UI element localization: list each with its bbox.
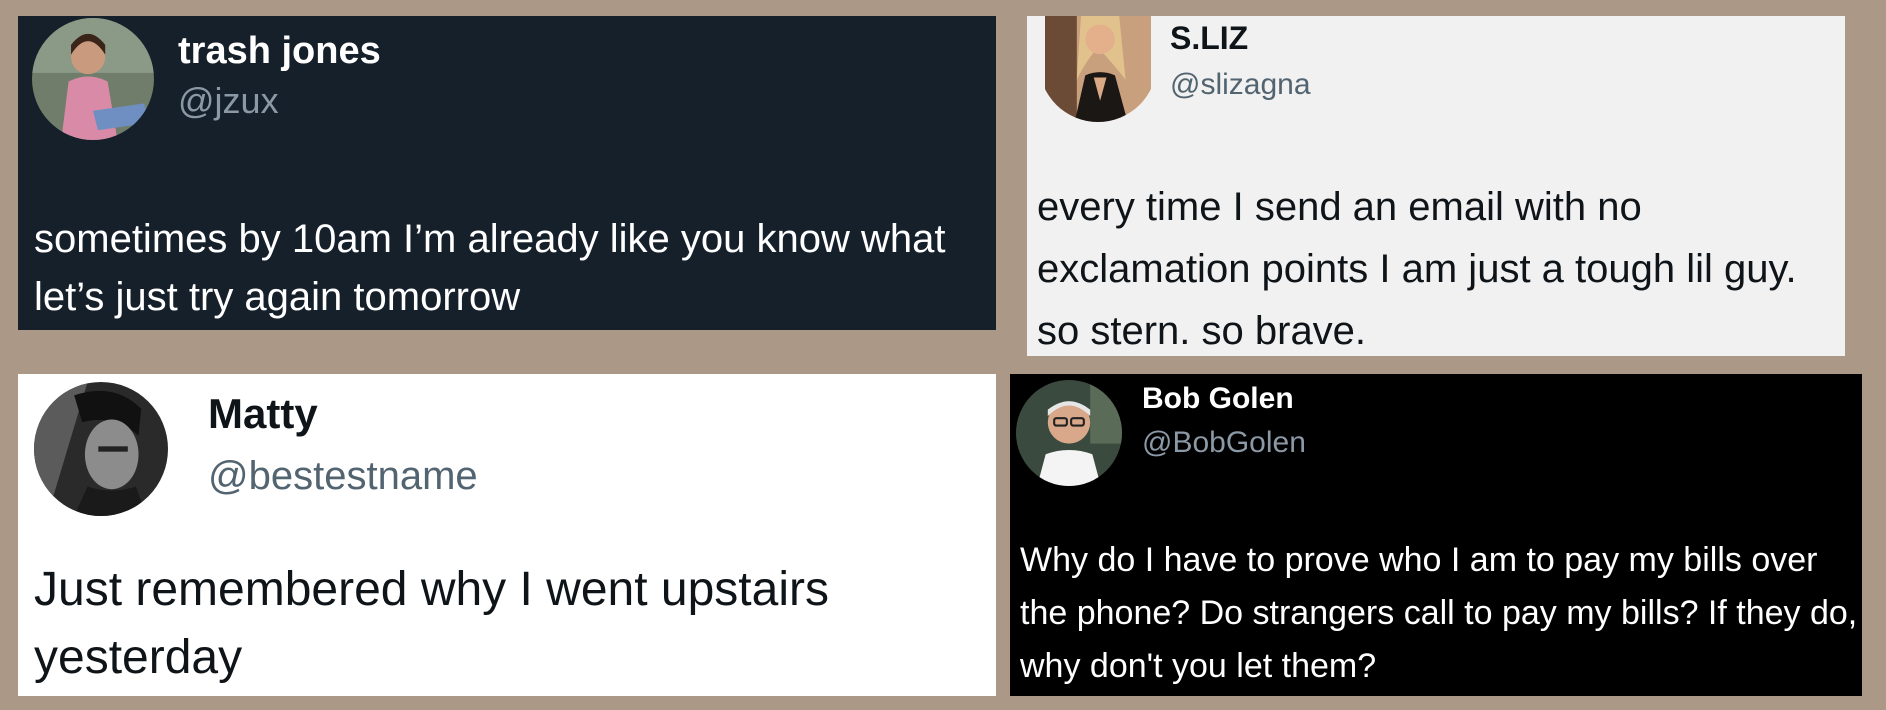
display-name[interactable]: Bob Golen [1142, 382, 1294, 416]
display-name[interactable]: S.LIZ [1170, 20, 1248, 57]
tweet-card-trash-jones[interactable]: trash jones @jzux sometimes by 10am I’m … [18, 16, 996, 330]
avatar[interactable] [1016, 380, 1122, 486]
display-name[interactable]: trash jones [178, 30, 381, 73]
display-name[interactable]: Matty [208, 390, 318, 438]
tweet-text: Just remembered why I went upstairs yest… [34, 563, 829, 684]
avatar[interactable] [1039, 16, 1157, 122]
tweet-card-bob-golen[interactable]: Bob Golen @BobGolen Why do I have to pro… [1010, 374, 1862, 696]
user-handle[interactable]: @slizagna [1170, 68, 1311, 102]
user-handle[interactable]: @BobGolen [1142, 426, 1306, 460]
user-handle[interactable]: @bestestname [208, 454, 478, 499]
avatar[interactable] [34, 382, 168, 516]
avatar-photo-icon [32, 18, 154, 140]
tweet-card-matty[interactable]: Matty @bestestname Just remembered why I… [18, 374, 996, 696]
avatar-photo-icon [1016, 380, 1122, 486]
tweet-text: every time I send an email with no excla… [1037, 185, 1797, 353]
avatar[interactable] [32, 18, 154, 140]
avatar-photo-icon [34, 382, 168, 516]
user-handle[interactable]: @jzux [178, 80, 279, 122]
avatar-photo-icon [1045, 16, 1151, 122]
tweet-card-s-liz[interactable]: S.LIZ @slizagna every time I send an ema… [1027, 16, 1845, 356]
tweet-text: sometimes by 10am I’m already like you k… [34, 217, 946, 319]
tweet-text: Why do I have to prove who I am to pay m… [1020, 541, 1858, 685]
